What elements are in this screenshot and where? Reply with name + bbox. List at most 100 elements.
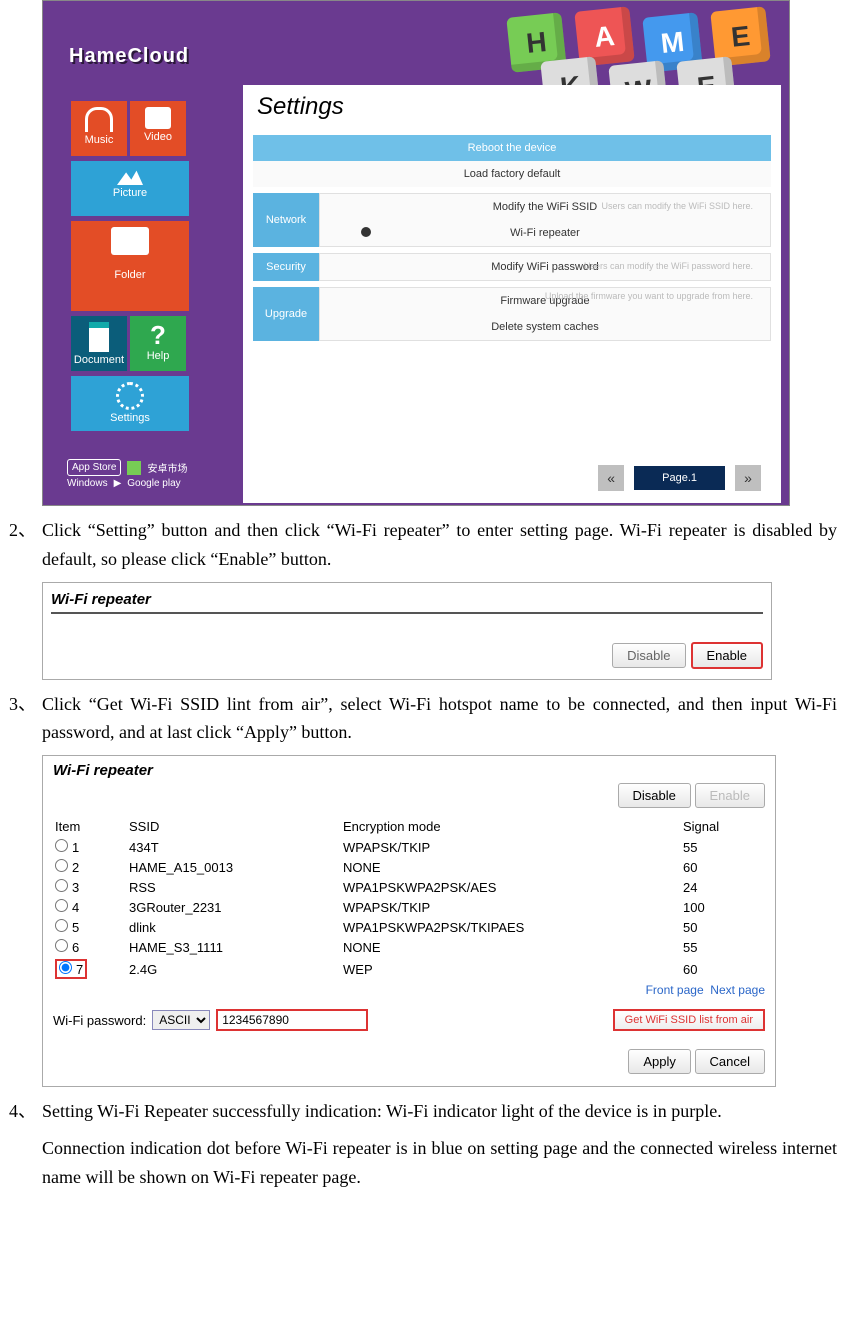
windows-badge[interactable]: Windows: [67, 478, 108, 489]
wifi-repeater-enable-shot: Wi-Fi repeater Disable Enable: [42, 582, 772, 680]
ssid-radio[interactable]: [55, 919, 68, 932]
app-tiles: Music Video Picture Folder Document ?Hel…: [71, 99, 241, 434]
table-row[interactable]: 3RSSWPA1PSKWPA2PSK/AES24: [53, 877, 765, 897]
tile-video[interactable]: Video: [130, 101, 186, 156]
store-badges: App Store安卓市场 Windows▶Google play: [67, 457, 237, 491]
disable-button[interactable]: Disable: [618, 783, 691, 808]
delete-cache-button[interactable]: Delete system caches: [320, 314, 770, 340]
wifi-repeater-list-shot: Wi-Fi repeater Disable Enable Item SSID …: [42, 755, 776, 1087]
apply-button[interactable]: Apply: [628, 1049, 691, 1074]
tile-picture[interactable]: Picture: [71, 161, 189, 216]
cell-enc: WPA1PSKWPA2PSK/AES: [341, 877, 681, 897]
col-signal: Signal: [681, 816, 765, 837]
cell-ssid: RSS: [127, 877, 341, 897]
hamecloud-screenshot: HameCloud H A M E K W E Music Video Pict…: [42, 0, 790, 506]
document-icon: [89, 322, 109, 352]
page-links: Front page Next page: [53, 983, 765, 997]
tile-label: Picture: [113, 187, 147, 199]
cell-item: 7: [53, 957, 127, 981]
panel-title: Wi-Fi repeater: [51, 591, 763, 614]
tile-label: Music: [85, 134, 114, 146]
cell-item: 1: [53, 837, 127, 857]
anzhuo-icon: [127, 461, 141, 475]
get-ssid-button[interactable]: Get WiFi SSID list from air: [613, 1009, 765, 1031]
table-row[interactable]: 5dlinkWPA1PSKWPA2PSK/TKIPAES50: [53, 917, 765, 937]
step-3: 3、 Click “Get Wi-Fi SSID lint from air”,…: [6, 690, 837, 748]
cell-enc: NONE: [341, 937, 681, 957]
picture-icon: [117, 167, 143, 185]
ssid-radio[interactable]: [55, 839, 68, 852]
enable-button[interactable]: Enable: [691, 642, 763, 669]
googleplay-badge[interactable]: Google play: [127, 478, 180, 489]
fw-desc: Upload the firmware you want to upgrade …: [545, 291, 753, 301]
cell-item: 4: [53, 897, 127, 917]
ssid-radio[interactable]: [55, 939, 68, 952]
encoding-select[interactable]: ASCII: [152, 1010, 210, 1030]
appstore-badge[interactable]: App Store: [67, 459, 121, 476]
cell-signal: 55: [681, 837, 765, 857]
upgrade-tab[interactable]: Upgrade: [253, 287, 319, 341]
pw-desc: Users can modify the WiFi password here.: [584, 261, 753, 271]
help-icon: ?: [130, 322, 186, 348]
tile-music[interactable]: Music: [71, 101, 127, 156]
tile-help[interactable]: ?Help: [130, 316, 186, 371]
settings-panel: Settings Reboot the device Load factory …: [243, 85, 781, 503]
pager: « Page.1 »: [598, 465, 761, 491]
cell-ssid: HAME_S3_1111: [127, 937, 341, 957]
table-row[interactable]: 1434TWPAPSK/TKIP55: [53, 837, 765, 857]
ssid-radio[interactable]: [59, 961, 72, 974]
wifi-password-input[interactable]: [216, 1009, 368, 1031]
reboot-button[interactable]: Reboot the device: [253, 135, 771, 161]
next-page-link[interactable]: Next page: [710, 983, 765, 997]
table-row[interactable]: 2HAME_A15_0013NONE60: [53, 857, 765, 877]
connection-note: Connection indication dot before Wi-Fi r…: [42, 1134, 837, 1192]
step-number: 2、: [6, 516, 42, 574]
security-tab[interactable]: Security: [253, 253, 319, 281]
network-tab[interactable]: Network: [253, 193, 319, 247]
front-page-link[interactable]: Front page: [646, 983, 704, 997]
table-row[interactable]: 43GRouter_2231WPAPSK/TKIP100: [53, 897, 765, 917]
cell-enc: NONE: [341, 857, 681, 877]
col-enc: Encryption mode: [341, 816, 681, 837]
cell-signal: 100: [681, 897, 765, 917]
wifi-repeater-button[interactable]: Wi-Fi repeater: [320, 220, 770, 246]
step-text: Setting Wi-Fi Repeater successfully indi…: [42, 1097, 722, 1126]
table-row[interactable]: 6HAME_S3_1111NONE55: [53, 937, 765, 957]
disable-button[interactable]: Disable: [612, 643, 685, 668]
step-4: 4、 Setting Wi-Fi Repeater successfully i…: [6, 1097, 837, 1126]
cell-ssid: 2.4G: [127, 957, 341, 981]
headphone-icon: [85, 107, 113, 132]
cell-item: 2: [53, 857, 127, 877]
enable-button[interactable]: Enable: [695, 783, 765, 808]
video-icon: [145, 107, 171, 129]
panel-title: Settings: [243, 85, 781, 129]
step-text: Click “Get Wi-Fi SSID lint from air”, se…: [42, 690, 837, 748]
step-text: Click “Setting” button and then click “W…: [42, 516, 837, 574]
cancel-button[interactable]: Cancel: [695, 1049, 765, 1074]
ssid-radio[interactable]: [55, 859, 68, 872]
ssid-radio[interactable]: [55, 879, 68, 892]
tile-label: Document: [74, 354, 124, 366]
factory-default-button[interactable]: Load factory default: [253, 161, 771, 187]
prev-page-button[interactable]: «: [598, 465, 624, 491]
logo-text: HameCloud: [69, 45, 189, 68]
page-indicator: Page.1: [634, 466, 725, 490]
folder-icon: [111, 227, 149, 255]
ssid-radio[interactable]: [55, 899, 68, 912]
panel-title: Wi-Fi repeater: [53, 762, 765, 779]
anzhuo-label[interactable]: 安卓市场: [147, 460, 187, 475]
tile-folder[interactable]: Folder: [71, 221, 189, 311]
next-page-button[interactable]: »: [735, 465, 761, 491]
ssid-desc: Users can modify the WiFi SSID here.: [601, 201, 753, 211]
table-row[interactable]: 72.4GWEP60: [53, 957, 765, 981]
tile-document[interactable]: Document: [71, 316, 127, 371]
step-2: 2、 Click “Setting” button and then click…: [6, 516, 837, 574]
step-number: 3、: [6, 690, 42, 748]
tile-settings[interactable]: Settings: [71, 376, 189, 431]
gear-icon: [116, 382, 144, 410]
col-ssid: SSID: [127, 816, 341, 837]
cell-enc: WPAPSK/TKIP: [341, 837, 681, 857]
cell-signal: 60: [681, 957, 765, 981]
step-number: 4、: [6, 1097, 42, 1126]
cell-ssid: HAME_A15_0013: [127, 857, 341, 877]
